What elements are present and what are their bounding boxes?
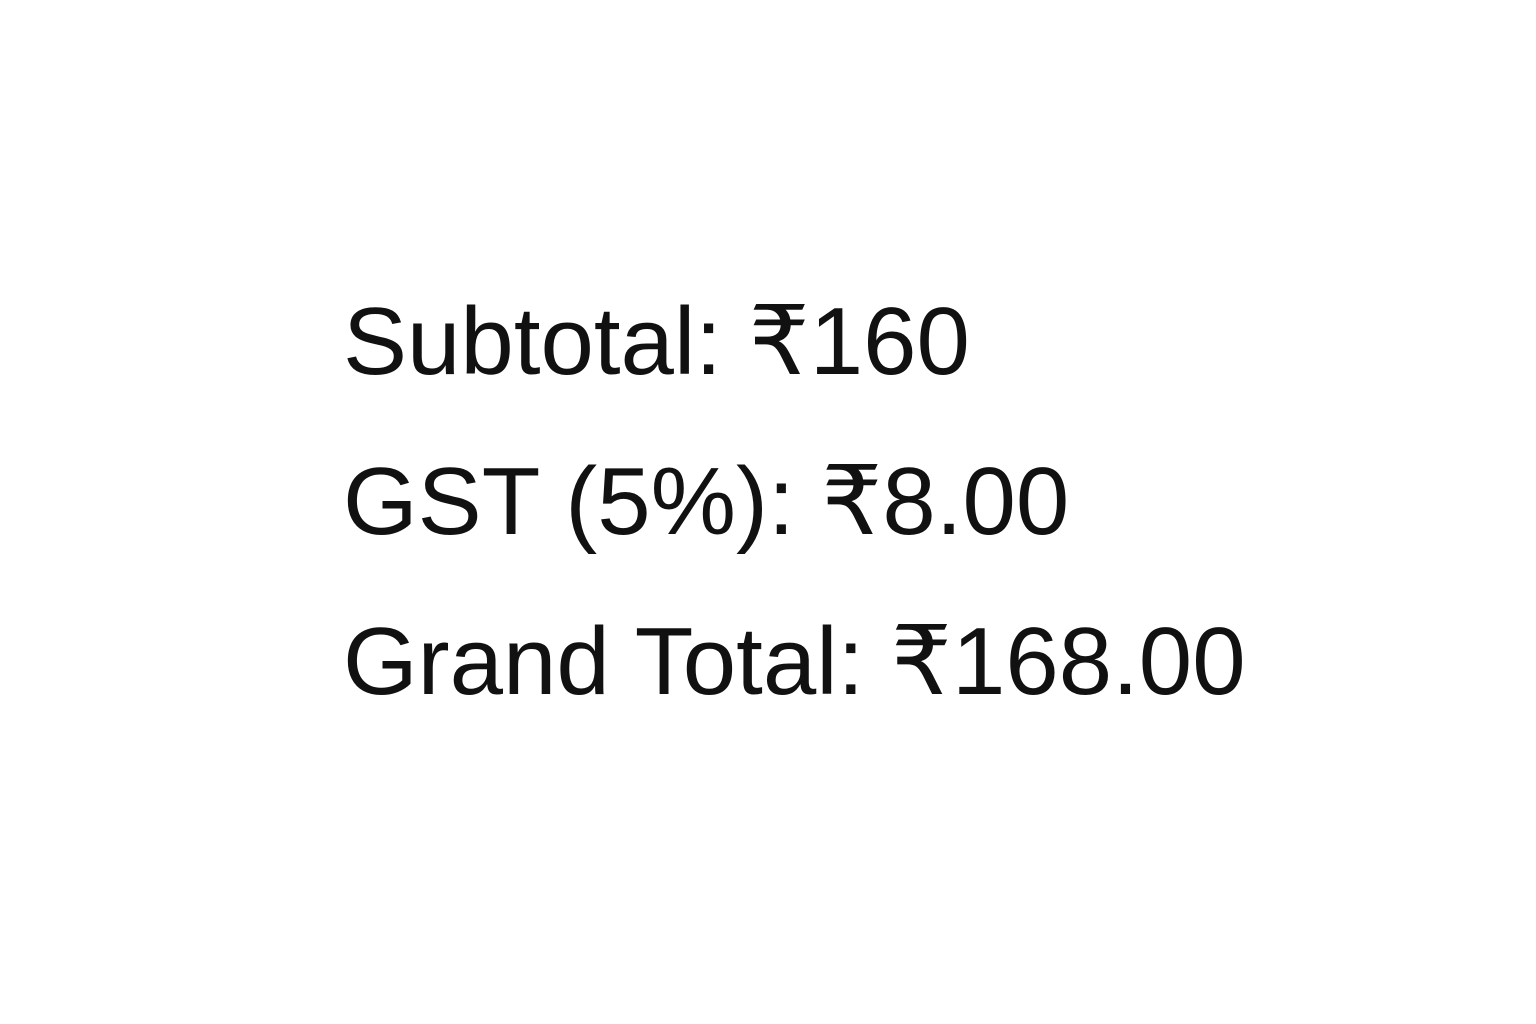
gst-text: GST (5%): ₹8.00	[343, 448, 1070, 555]
grand-total-text: Grand Total: ₹168.00	[343, 608, 1246, 715]
subtotal-text: Subtotal: ₹160	[343, 288, 970, 395]
totals-summary: Subtotal: ₹160 GST (5%): ₹8.00 Grand Tot…	[343, 262, 1246, 742]
